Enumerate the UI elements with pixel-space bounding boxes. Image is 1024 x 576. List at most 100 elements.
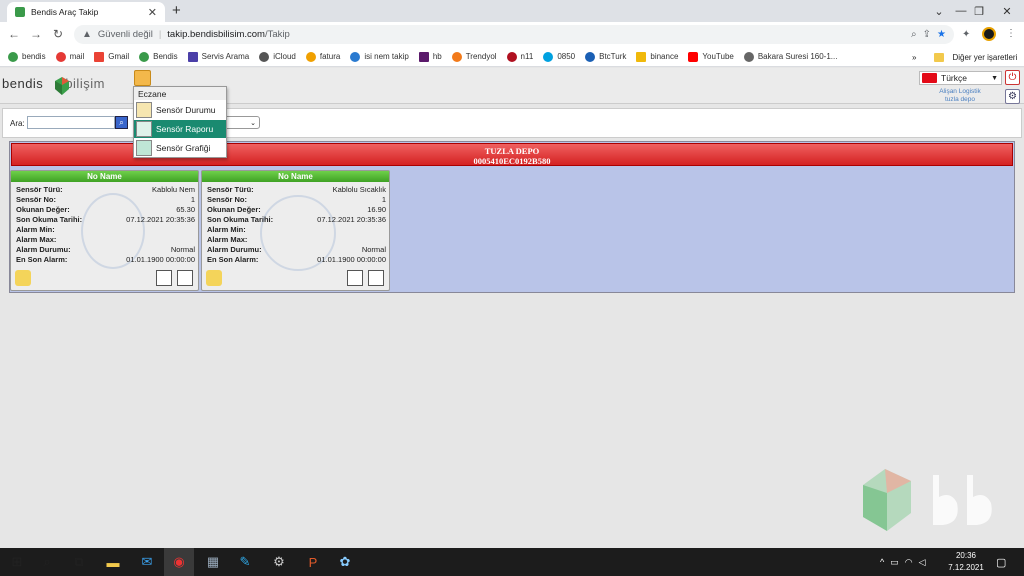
bookmark-item[interactable]: Bendis (139, 51, 178, 62)
sensor-type: Kablolu Nem (152, 184, 195, 194)
user-company: Alişan Logistik (939, 88, 981, 95)
address-bar[interactable]: ▲ Güvenli değil | takip.bendisbilisim.co… (74, 25, 954, 44)
forward-button[interactable]: → (28, 26, 44, 42)
bookmark-label: Bendis (153, 52, 178, 61)
url-host: takip.bendisbilisim.com (167, 29, 265, 40)
reload-button[interactable]: ↻ (50, 26, 66, 42)
field-label: Alarm Max: (207, 234, 248, 244)
network-app-icon[interactable]: ⚙ (264, 548, 294, 576)
bookmark-item[interactable]: isi nem takip (350, 51, 409, 62)
task-view-icon[interactable]: ⧉ (64, 548, 94, 576)
field-label: Alarm Max: (16, 234, 57, 244)
logo-mark-icon (55, 77, 69, 95)
menu-item-label: Sensör Raporu (156, 124, 214, 134)
bookmark-item[interactable]: Gmail (94, 51, 129, 62)
address-separator: | (158, 29, 162, 40)
field-label: Alarm Min: (16, 224, 55, 234)
search-button[interactable]: ⌕ (115, 116, 128, 129)
sensor-card-title[interactable]: No Name (11, 171, 198, 182)
sensor-card-title[interactable]: No Name (202, 171, 389, 182)
extensions-icon[interactable]: ✦ (962, 29, 970, 40)
field-label: Sensör Türü: (16, 184, 63, 194)
zoom-icon[interactable]: ⌕ (911, 29, 917, 40)
report-icon[interactable] (156, 270, 172, 286)
bookmark-favicon-icon (451, 51, 462, 62)
profile-avatar[interactable] (982, 27, 996, 41)
dropdown-header: Eczane (134, 87, 226, 100)
bookmark-item[interactable]: binance (636, 51, 678, 62)
settings-gear-button[interactable]: ⚙ (1005, 89, 1020, 104)
bookmark-item[interactable]: bendis (8, 51, 46, 62)
bookmark-item[interactable]: Servis Arama (187, 51, 249, 62)
bookmark-item[interactable]: iCloud (259, 51, 296, 62)
volume-icon[interactable]: ◁ (919, 557, 926, 568)
bookmark-favicon-icon (187, 51, 198, 62)
bookmark-favicon-icon (350, 51, 361, 62)
other-bookmarks-folder[interactable]: Diğer yer işaretleri (952, 53, 1017, 62)
bookmark-item[interactable]: Trendyol (451, 51, 497, 62)
sensor-no: 1 (381, 194, 386, 204)
document-icon[interactable] (177, 270, 193, 286)
bookmark-item[interactable]: 0850 (543, 51, 575, 62)
sensor-settings-icon[interactable] (15, 270, 31, 286)
bookmark-item[interactable]: n11 (506, 51, 533, 62)
bookmark-favicon-icon (418, 51, 429, 62)
powerpoint-icon[interactable]: P (298, 548, 328, 576)
sensor-no: 1 (190, 194, 195, 204)
windows-start-icon[interactable]: ⊞ (2, 548, 32, 576)
sensor-last-read: 07.12.2021 20:35:36 (317, 214, 386, 224)
report-icon[interactable] (347, 270, 363, 286)
bookmark-label: Bakara Suresi 160-1... (757, 52, 838, 61)
menu-kebab-icon[interactable]: ⋮ (1006, 28, 1016, 39)
calculator-icon[interactable]: ▦ (198, 548, 228, 576)
bookmarks-more-button[interactable]: » (912, 53, 916, 62)
language-select[interactable]: Türkçe ▼ (919, 71, 1002, 85)
sensor-settings-icon[interactable] (206, 270, 222, 286)
eczane-menu-icon[interactable] (134, 70, 151, 86)
filter-select[interactable]: ⌄ (222, 116, 260, 129)
sensor-last-read: 07.12.2021 20:35:36 (126, 214, 195, 224)
new-tab-button[interactable]: + (172, 2, 181, 19)
bookmark-star-icon[interactable]: ★ (937, 29, 946, 40)
search-input[interactable] (27, 116, 115, 129)
bookmark-item[interactable]: mail (55, 51, 85, 62)
chevron-up-icon[interactable]: ^ (880, 557, 884, 567)
mail-icon[interactable]: ✉ (132, 548, 162, 576)
menu-item-sensor-durumu[interactable]: Sensör Durumu (134, 101, 226, 119)
bookmark-item[interactable]: hb (418, 51, 442, 62)
bookmark-favicon-icon (139, 51, 150, 62)
bookmark-item[interactable]: fatura (305, 51, 340, 62)
gmail-icon (94, 51, 105, 62)
url-text: takip.bendisbilisim.com/Takip (167, 29, 290, 40)
logout-power-button[interactable]: ⏻ (1005, 70, 1020, 85)
bookmark-item[interactable]: Bakara Suresi 160-1... (743, 51, 838, 62)
back-button[interactable]: ← (6, 26, 22, 42)
menu-item-sensor-grafigi[interactable]: Sensör Grafiği (134, 139, 226, 157)
bookmark-label: mail (69, 52, 85, 61)
bookmark-item[interactable]: YouTube (688, 51, 734, 62)
paint-icon[interactable]: ✿ (330, 548, 360, 576)
bookmark-item[interactable]: BtcTurk (585, 51, 626, 62)
wifi-icon[interactable]: ◠ (905, 557, 913, 568)
notifications-icon[interactable]: ▢ (996, 556, 1006, 569)
share-icon[interactable]: ⇪ (923, 29, 931, 40)
bookmarks-overflow: » Diğer yer işaretleri (912, 47, 1017, 67)
apple-icon (259, 51, 270, 62)
file-explorer-icon[interactable]: ▬ (98, 548, 128, 576)
taskbar-clock[interactable]: 20:36 7.12.2021 (944, 550, 988, 574)
sensor-last-alarm: 01.01.1900 00:00:00 (126, 254, 195, 264)
sensor-last-alarm: 01.01.1900 00:00:00 (317, 254, 386, 264)
field-label: Alarm Durumu: (207, 244, 262, 254)
field-label: En Son Alarm: (16, 254, 68, 264)
menu-item-sensor-raporu[interactable]: Sensör Raporu (134, 120, 226, 138)
edit-app-icon[interactable]: ✎ (230, 548, 260, 576)
browser-tab[interactable]: Bendis Araç Takip ✕ (7, 2, 165, 22)
sensor-card: No Name Sensör Türü: Kablolu Nem Sensör N… (10, 170, 199, 291)
document-icon[interactable] (368, 270, 384, 286)
field-label: Sensör Türü: (207, 184, 254, 194)
search-icon[interactable]: ⌕ (32, 548, 62, 576)
close-window-button[interactable]: ✕ (990, 0, 1024, 22)
close-tab-icon[interactable]: ✕ (148, 6, 157, 19)
battery-icon[interactable]: ▭ (890, 557, 899, 568)
chrome-icon[interactable]: ◉ (164, 548, 194, 576)
